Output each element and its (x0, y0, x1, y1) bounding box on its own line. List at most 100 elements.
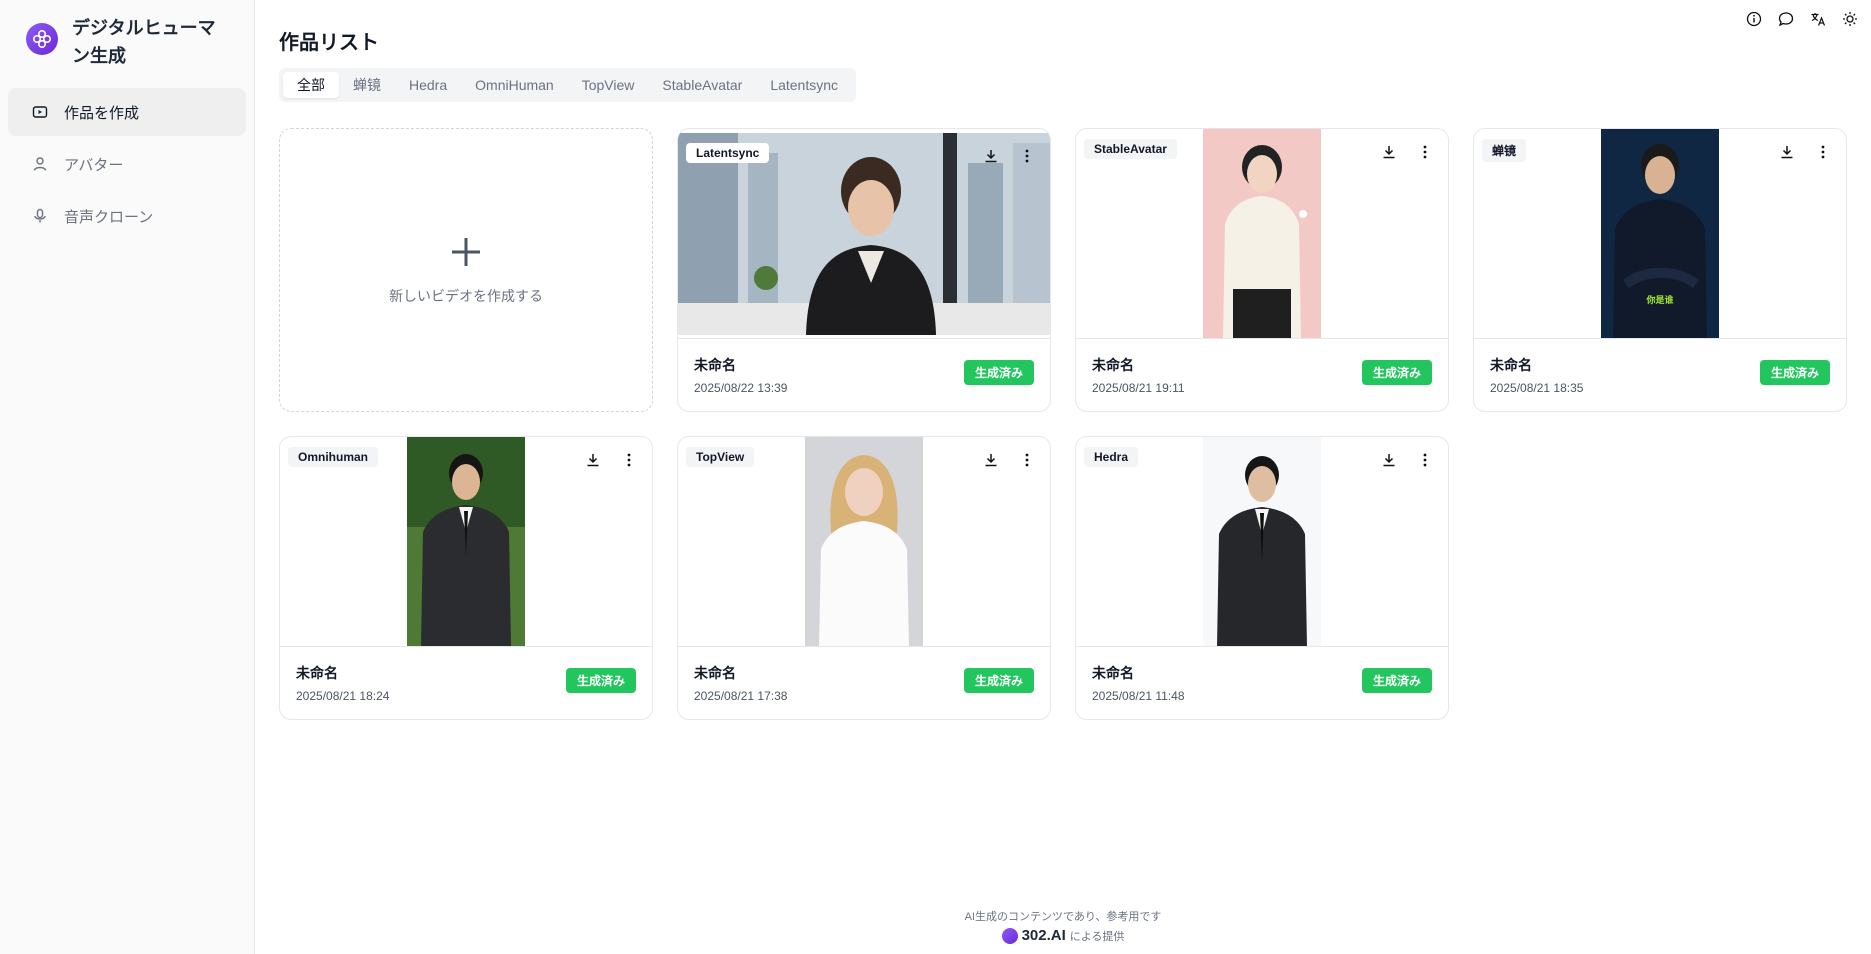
card-meta: 未命名 2025/08/21 11:48 (1092, 663, 1185, 703)
disclaimer-text: AI生成のコンテンツであり、参考用です (964, 911, 1162, 923)
status-badge: 生成済み (1361, 668, 1432, 693)
work-card[interactable]: 你是谁 蝉镜 未命名 2025/08/21 18:35 生成済み (1473, 128, 1847, 412)
footer: AI生成のコンテンツであり、参考用です 302.AI による提供 (255, 908, 1871, 944)
tab-chanjing[interactable]: 蝉镜 (339, 72, 395, 98)
sidebar-item-create[interactable]: 作品を作成 (8, 88, 246, 136)
work-date: 2025/08/21 17:38 (694, 689, 788, 703)
create-video-label: 新しいビデオを作成する (389, 288, 543, 304)
brand: デジタルヒューマン生成 (0, 0, 254, 76)
thumbnail-image: 你是谁 (1601, 129, 1719, 338)
sidebar-item-avatar[interactable]: アバター (8, 140, 246, 188)
video-icon (32, 104, 48, 120)
download-icon[interactable] (584, 451, 602, 469)
filter-tabs: 全部 蝉镜 Hedra OmniHuman TopView StableAvat… (279, 68, 857, 102)
card-actions (1380, 143, 1434, 161)
sidebar-item-label: 音声クローン (64, 208, 154, 226)
card-actions (1778, 143, 1832, 161)
tab-hedra[interactable]: Hedra (395, 72, 461, 98)
status-badge: 生成済み (963, 360, 1034, 385)
model-badge: Omnihuman (288, 447, 379, 467)
sidebar-item-voice-clone[interactable]: 音声クローン (8, 192, 246, 240)
sidebar-item-label: 作品を作成 (64, 104, 140, 122)
work-title: 未命名 (694, 665, 736, 681)
download-icon[interactable] (982, 451, 1000, 469)
more-menu-icon[interactable] (1018, 147, 1036, 165)
model-badge: TopView (686, 447, 755, 467)
model-badge: Hedra (1084, 447, 1139, 467)
sidebar: デジタルヒューマン生成 作品を作成 アバター 音声クローン (0, 0, 255, 954)
powered-by-brand[interactable]: 302.AI (1022, 927, 1066, 944)
more-menu-icon[interactable] (1814, 143, 1832, 161)
more-menu-icon[interactable] (1416, 143, 1434, 161)
video-thumbnail[interactable]: Omnihuman (280, 437, 652, 647)
mic-icon (32, 208, 48, 224)
work-date: 2025/08/21 18:35 (1490, 381, 1584, 395)
card-actions (982, 147, 1036, 165)
tab-omnihuman[interactable]: OmniHuman (461, 72, 568, 98)
video-thumbnail[interactable]: Hedra (1076, 437, 1448, 647)
plus-icon (448, 234, 484, 278)
create-video-card[interactable]: 新しいビデオを作成する (279, 128, 653, 412)
app-logo-icon (26, 23, 58, 55)
work-card[interactable]: Latentsync 未命名 2025/08/22 13:39 生成済み (677, 128, 1051, 412)
tab-latentsync[interactable]: Latentsync (756, 72, 852, 98)
302ai-logo-icon (1001, 927, 1018, 944)
video-thumbnail[interactable]: TopView (678, 437, 1050, 647)
status-badge: 生成済み (1361, 360, 1432, 385)
model-badge: Latentsync (686, 143, 770, 163)
status-badge: 生成済み (963, 668, 1034, 693)
tab-topview[interactable]: TopView (568, 72, 649, 98)
card-actions (982, 451, 1036, 469)
card-meta: 未命名 2025/08/21 17:38 (694, 663, 787, 703)
work-card[interactable]: TopView 未命名 2025/08/21 17:38 生成済み (677, 436, 1051, 720)
thumbnail-image (407, 437, 525, 646)
download-icon[interactable] (982, 147, 1000, 165)
thumbnail-image (1203, 129, 1321, 338)
model-badge: 蝉镜 (1482, 139, 1527, 162)
card-actions (1380, 451, 1434, 469)
main-content: 作品リスト 全部 蝉镜 Hedra OmniHuman TopView Stab… (279, 0, 1849, 720)
card-meta: 未命名 2025/08/21 19:11 (1092, 355, 1185, 395)
work-title: 未命名 (1490, 357, 1532, 373)
thumbnail-image (1203, 437, 1321, 646)
work-date: 2025/08/21 19:11 (1092, 381, 1185, 395)
video-thumbnail[interactable]: StableAvatar (1076, 129, 1448, 339)
user-icon (32, 156, 48, 172)
work-date: 2025/08/21 18:24 (296, 689, 390, 703)
page-title: 作品リスト (279, 32, 379, 54)
powered-by: 302.AI による提供 (255, 927, 1871, 944)
video-thumbnail[interactable]: Latentsync (678, 133, 1050, 339)
work-date: 2025/08/22 13:39 (694, 381, 788, 395)
download-icon[interactable] (1380, 451, 1398, 469)
status-badge: 生成済み (1759, 360, 1830, 385)
work-card[interactable]: StableAvatar 未命名 2025/08/21 19:11 生成済み (1075, 128, 1449, 412)
app-title: デジタルヒューマン生成 (72, 18, 216, 66)
sidebar-item-label: アバター (64, 156, 124, 174)
tab-all[interactable]: 全部 (283, 72, 339, 98)
status-badge: 生成済み (565, 668, 636, 693)
download-icon[interactable] (1380, 143, 1398, 161)
powered-by-suffix: による提供 (1069, 930, 1125, 943)
work-title: 未命名 (1092, 665, 1134, 681)
work-card[interactable]: Hedra 未命名 2025/08/21 11:48 生成済み (1075, 436, 1449, 720)
thumbnail-image (805, 437, 923, 646)
work-title: 未命名 (1092, 357, 1134, 373)
download-icon[interactable] (1778, 143, 1796, 161)
video-thumbnail[interactable]: 你是谁 蝉镜 (1474, 129, 1846, 339)
work-title: 未命名 (694, 357, 736, 373)
card-meta: 未命名 2025/08/21 18:24 (296, 663, 389, 703)
more-menu-icon[interactable] (1416, 451, 1434, 469)
subtitle-overlay: 你是谁 (1646, 295, 1674, 305)
more-menu-icon[interactable] (1018, 451, 1036, 469)
card-meta: 未命名 2025/08/22 13:39 (694, 355, 787, 395)
tab-stableavatar[interactable]: StableAvatar (648, 72, 756, 98)
model-badge: StableAvatar (1084, 139, 1177, 159)
sidebar-nav: 作品を作成 アバター 音声クローン (0, 76, 254, 256)
works-grid: 新しいビデオを作成する Latentsync 未命名 2025/08/22 13… (279, 128, 1847, 720)
card-actions (584, 451, 638, 469)
card-meta: 未命名 2025/08/21 18:35 (1490, 355, 1583, 395)
work-title: 未命名 (296, 665, 338, 681)
more-menu-icon[interactable] (620, 451, 638, 469)
work-card[interactable]: Omnihuman 未命名 2025/08/21 18:24 生成済み (279, 436, 653, 720)
work-date: 2025/08/21 11:48 (1092, 689, 1185, 703)
